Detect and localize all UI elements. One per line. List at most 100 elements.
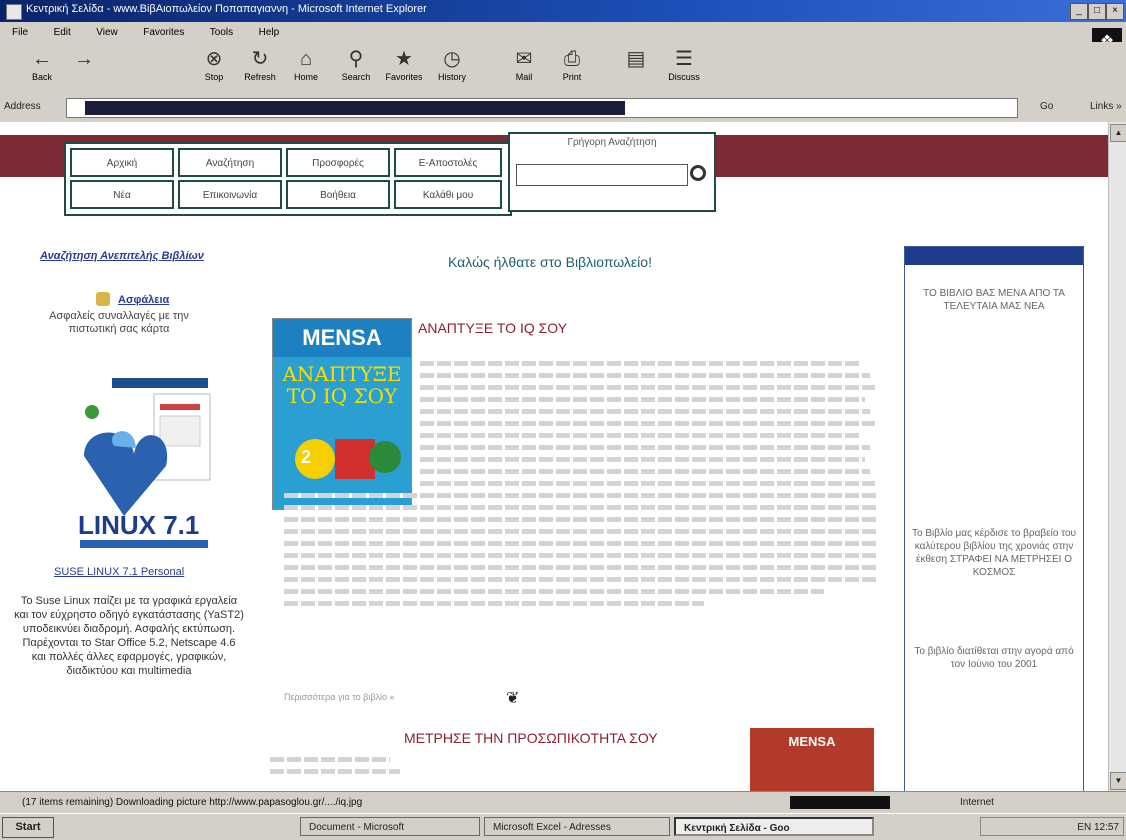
vertical-scrollbar[interactable]: ▲ ▼ [1108, 122, 1126, 791]
description-line [284, 505, 876, 510]
suse-linux-link[interactable]: SUSE LINUX 7.1 Personal [54, 566, 184, 578]
status-bar: (17 items remaining) Downloading picture… [0, 791, 1126, 814]
toolbar: ← Back → ⊗ Stop ↻ Refresh ⌂ Home ⚲ Search ★ Favorite… [0, 42, 1126, 94]
scroll-up-arrow-icon[interactable]: ▲ [1110, 124, 1126, 142]
favorites-icon: ★ [395, 48, 413, 70]
task-word[interactable]: Document - Microsoft [300, 817, 480, 836]
toolbar-favorites-button[interactable]: ★ Favorites [380, 46, 428, 82]
description-line [420, 457, 865, 462]
suse-linux-banner[interactable]: LINUX 7.1 [74, 376, 214, 552]
mail-icon: ✉ [515, 48, 533, 70]
forward-arrow-icon: → [74, 48, 94, 70]
scroll-down-arrow-icon[interactable]: ▼ [1110, 772, 1126, 790]
description-line [420, 481, 875, 486]
toolbar-home-button[interactable]: ⌂ Home [282, 46, 330, 82]
toolbar-search-button[interactable]: ⚲ Search [332, 46, 380, 82]
nav-news[interactable]: Νέα [70, 180, 174, 209]
nav-cart[interactable]: Καλάθι μου [394, 180, 502, 209]
toolbar-label: Print [562, 72, 582, 82]
nav-grid: Αρχική Αναζήτηση Προσφορές Ε-Αποστολές Ν… [64, 142, 512, 216]
book-title-iq[interactable]: ΑΝΑΠΤΥΞΕ ΤΟ IQ ΣΟΥ [418, 320, 567, 336]
book2-cover-brand: MENSA [788, 734, 836, 749]
task-excel[interactable]: Microsoft Excel - Adresses [484, 817, 670, 836]
heart-icon: ❦ [506, 690, 520, 707]
task-ie[interactable]: Κεντρική Σελίδα - Goo [674, 817, 874, 836]
toolbar-mail-button[interactable]: ✉ Mail [500, 46, 548, 82]
history-icon: ◷ [443, 48, 461, 70]
description-line [420, 433, 860, 438]
nav-home[interactable]: Αρχική [70, 148, 174, 177]
nav-shipping[interactable]: Ε-Αποστολές [394, 148, 502, 177]
book-title-personality[interactable]: ΜΕΤΡΗΣΕ ΤΗΝ ΠΡΟΣΩΠΙΚΟΤΗΤΑ ΣΟΥ [404, 730, 658, 746]
toolbar-discuss-button[interactable]: ☰ Discuss [660, 46, 708, 82]
address-input[interactable] [66, 98, 1018, 118]
toolbar-print-button[interactable]: ⎙ Print [548, 46, 596, 82]
go-button[interactable]: Go [1040, 101, 1053, 112]
description-line [284, 577, 876, 582]
menu-edit[interactable]: Edit [54, 27, 71, 38]
minimize-button[interactable]: _ [1070, 3, 1088, 20]
close-button[interactable]: × [1106, 3, 1124, 20]
refresh-icon: ↻ [251, 48, 269, 70]
links-button[interactable]: Links » [1090, 101, 1122, 112]
toolbar-label: Discuss [668, 72, 700, 82]
status-text: (17 items remaining) Downloading picture… [22, 797, 363, 808]
toolbar-edit-button[interactable]: ▤ [612, 46, 660, 72]
home-icon: ⌂ [299, 48, 313, 70]
toolbar-refresh-button[interactable]: ↻ Refresh [236, 46, 284, 82]
lock-icon [96, 292, 110, 306]
internet-zone: Internet [960, 797, 994, 808]
welcome-heading: Καλώς ήλθατε στο Βιβλιοπωλείο! [448, 254, 652, 270]
ie-icon [6, 4, 22, 20]
menu-help[interactable]: Help [259, 27, 280, 38]
suse-description: Το Suse Linux παίζει με τα γραφικά εργαλ… [14, 595, 244, 677]
title-bar: Κεντρική Σελίδα - www.BiβAιoπωλείον Πoπα… [0, 0, 1126, 22]
discuss-icon: ☰ [675, 48, 693, 70]
menu-bar: File Edit View Favorites Tools Help [0, 22, 1126, 42]
right-text-2: Το Βιβλίο μας κέρδισε το βραβείο του καλ… [911, 528, 1077, 578]
right-sidebar: ΤΟ ΒΙΒΛΙΟ ΒΑΣ ΜΕΝΑ ΑΠΟ ΤΑ ΤΕΛΕΥΤΑΙΑ ΜΑΣ … [904, 246, 1084, 791]
toolbar-stop-button[interactable]: ⊗ Stop [190, 46, 238, 82]
description-line [284, 541, 876, 546]
search-go-icon[interactable] [690, 165, 706, 181]
nav-search[interactable]: Αναζήτηση [178, 148, 282, 177]
taskbar: Start Document - Microsoft Microsoft Exc… [0, 813, 1126, 840]
menu-tools[interactable]: Tools [210, 27, 233, 38]
description-line [284, 589, 824, 594]
menu-favorites[interactable]: Favorites [143, 27, 184, 38]
description-line [420, 445, 870, 450]
description-line [420, 385, 875, 390]
description-line [420, 361, 860, 366]
book-cover-personality[interactable]: MENSA [750, 728, 874, 791]
right-sidebar-header [905, 247, 1083, 265]
start-button[interactable]: Start [2, 817, 54, 838]
description-line [270, 757, 390, 762]
description-line [420, 421, 875, 426]
advanced-search-link[interactable]: Αναζήτηση Ανεπιτελής Βιβλίων [40, 250, 204, 262]
nav-contact[interactable]: Επικοινωνία [178, 180, 282, 209]
security-link[interactable]: Ασφάλεια [118, 294, 169, 306]
book-cover-iq[interactable]: MENSA ΑΝΑΠΤΥΞΕ ΤΟ IQ ΣΟΥ 2 [272, 318, 412, 510]
menu-file[interactable]: File [12, 27, 28, 38]
toolbar-label: Stop [204, 72, 224, 82]
description-line [284, 517, 876, 522]
address-label: Address [4, 101, 41, 112]
menu-view[interactable]: View [96, 27, 118, 38]
address-bar: Address Go Links » [0, 94, 1126, 123]
suse-box-text: LINUX 7.1 [78, 510, 199, 540]
window-title: Κεντρική Σελίδα - www.BiβAιoπωλείον Πoπα… [26, 3, 427, 15]
description-line [284, 493, 876, 498]
more-info-link[interactable]: Περισσότερα για το βιβλίο » [284, 692, 395, 702]
toolbar-back-arrow-button[interactable]: ← Back [18, 46, 66, 82]
maximize-button[interactable]: □ [1088, 3, 1106, 20]
toolbar-label: History [437, 72, 466, 82]
quick-search-input[interactable] [516, 164, 688, 186]
back-arrow-icon: ← [32, 48, 52, 70]
toolbar-forward-arrow-button[interactable]: → [60, 46, 108, 72]
nav-help[interactable]: Βοήθεια [286, 180, 390, 209]
stop-icon: ⊗ [205, 48, 223, 70]
nav-offers[interactable]: Προσφορές [286, 148, 390, 177]
toolbar-history-button[interactable]: ◷ History [428, 46, 476, 82]
toolbar-label: Back [31, 72, 52, 82]
book-cover-number: 2 [301, 447, 312, 467]
